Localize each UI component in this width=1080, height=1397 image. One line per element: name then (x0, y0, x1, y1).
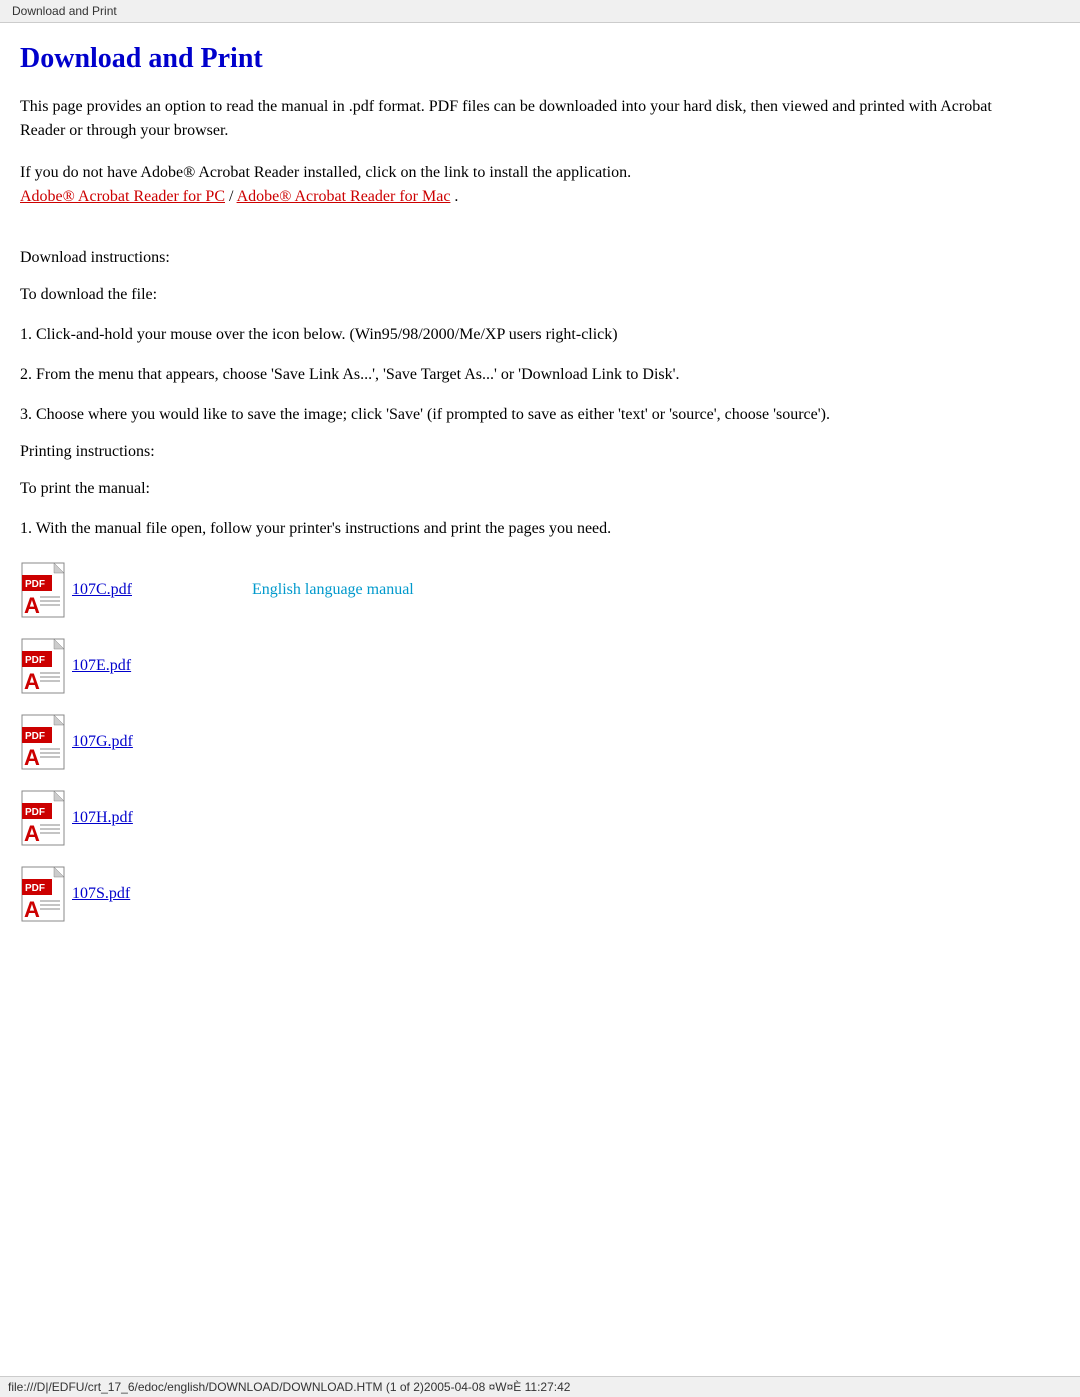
svg-text:PDF: PDF (25, 655, 45, 666)
pdf-list-item: PDF A 107S.pdf (20, 865, 1040, 923)
pdf-file-link[interactable]: 107G.pdf (72, 733, 192, 751)
print-intro-text: To print the manual: (20, 477, 1040, 501)
adobe-links-section: If you do not have Adobe® Acrobat Reader… (20, 161, 1040, 209)
acrobat-pc-link[interactable]: Adobe® Acrobat Reader for PC (20, 188, 225, 205)
intro-paragraph-2: If you do not have Adobe® Acrobat Reader… (20, 161, 1040, 209)
download-step-3: 3. Choose where you would like to save t… (20, 403, 1040, 427)
pdf-icon: PDF A (20, 561, 72, 619)
svg-text:PDF: PDF (25, 807, 45, 818)
print-instructions-heading: Printing instructions: (20, 443, 1040, 461)
pdf-file-link[interactable]: 107C.pdf (72, 581, 192, 599)
download-instructions-heading: Download instructions: (20, 249, 1040, 267)
page-content: Download and Print This page provides an… (0, 23, 1060, 1001)
pdf-file-link[interactable]: 107E.pdf (72, 657, 192, 675)
svg-text:A: A (24, 821, 40, 846)
pdf-icon: PDF A (20, 865, 72, 923)
svg-text:A: A (24, 745, 40, 770)
download-step-1: 1. Click-and-hold your mouse over the ic… (20, 323, 1040, 347)
pdf-icon: PDF A (20, 713, 72, 771)
download-intro-text: To download the file: (20, 283, 1040, 307)
download-step-2: 2. From the menu that appears, choose 'S… (20, 363, 1040, 387)
pdf-list-item: PDF A 107C.pdf English language manual (20, 561, 1040, 619)
svg-text:PDF: PDF (25, 883, 45, 894)
pdf-list-item: PDF A 107H.pdf (20, 789, 1040, 847)
browser-tab: Download and Print (0, 0, 1080, 23)
pdf-list: PDF A 107C.pdf English language manual PDF A 1… (20, 561, 1040, 923)
pdf-file-link[interactable]: 107H.pdf (72, 809, 192, 827)
svg-text:A: A (24, 669, 40, 694)
pdf-icon: PDF A (20, 789, 72, 847)
intro-paragraph-1: This page provides an option to read the… (20, 95, 1040, 143)
print-step-1: 1. With the manual file open, follow you… (20, 517, 1040, 541)
pdf-description: English language manual (252, 581, 414, 599)
pdf-file-link[interactable]: 107S.pdf (72, 885, 192, 903)
status-bar: file:///D|/EDFU/crt_17_6/edoc/english/DO… (0, 1376, 1080, 1397)
pdf-list-item: PDF A 107G.pdf (20, 713, 1040, 771)
svg-text:PDF: PDF (25, 731, 45, 742)
pdf-icon: PDF A (20, 637, 72, 695)
svg-text:A: A (24, 593, 40, 618)
svg-text:A: A (24, 897, 40, 922)
status-bar-text: file:///D|/EDFU/crt_17_6/edoc/english/DO… (8, 1380, 570, 1394)
acrobat-mac-link[interactable]: Adobe® Acrobat Reader for Mac (237, 188, 451, 205)
page-title: Download and Print (20, 43, 1040, 75)
pdf-list-item: PDF A 107E.pdf (20, 637, 1040, 695)
svg-text:PDF: PDF (25, 579, 45, 590)
browser-tab-title: Download and Print (12, 4, 117, 18)
